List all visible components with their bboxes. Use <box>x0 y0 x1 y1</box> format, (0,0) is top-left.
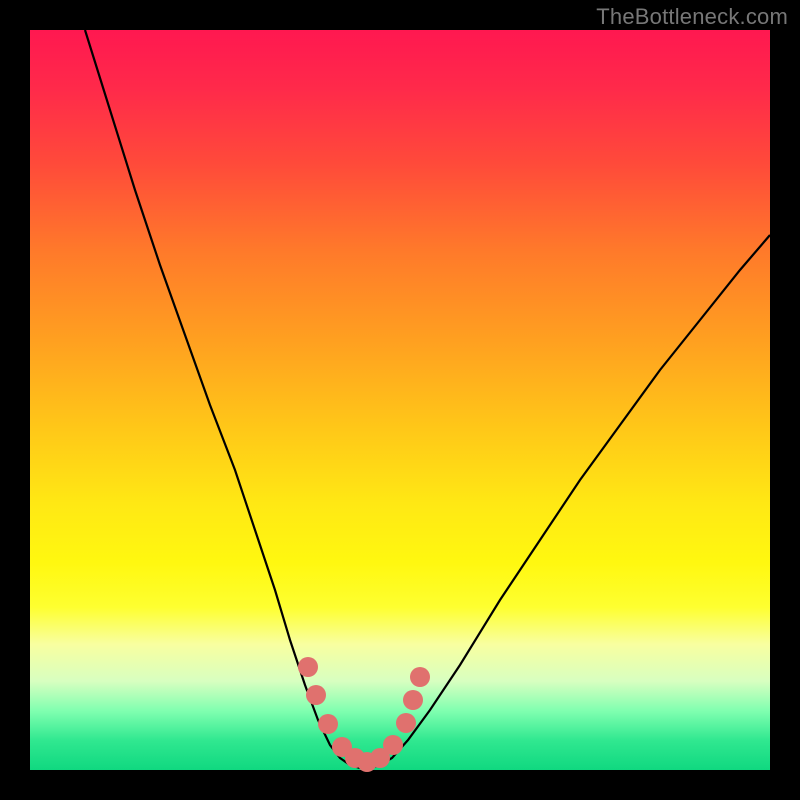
data-marker <box>396 713 416 733</box>
data-marker <box>318 714 338 734</box>
data-marker <box>298 657 318 677</box>
chart-svg <box>30 30 770 770</box>
bottleneck-curve <box>85 30 770 768</box>
chart-container: TheBottleneck.com <box>0 0 800 800</box>
data-markers-group <box>298 657 430 772</box>
data-marker <box>403 690 423 710</box>
watermark-text: TheBottleneck.com <box>596 4 788 30</box>
data-marker <box>306 685 326 705</box>
data-marker <box>383 735 403 755</box>
data-marker <box>410 667 430 687</box>
